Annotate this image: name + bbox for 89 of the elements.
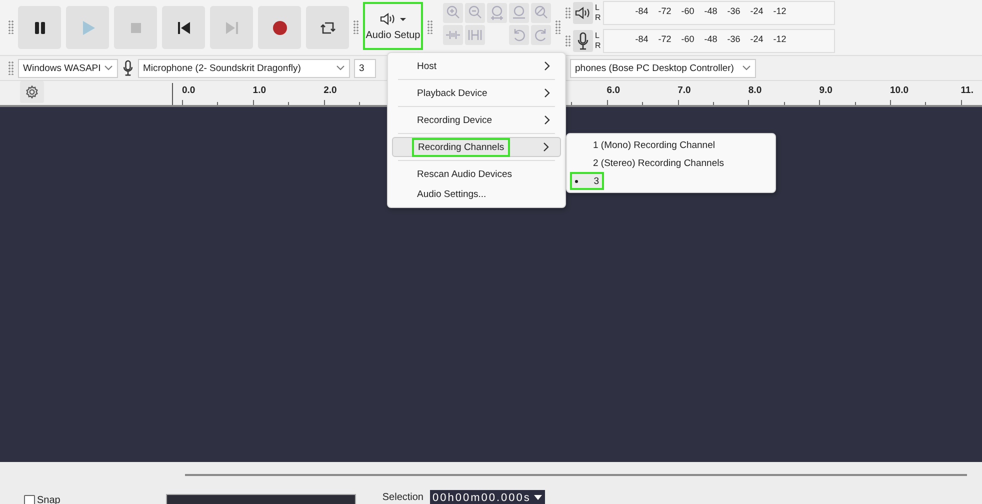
ruler-label: 11. [960,85,974,96]
meter-scale-label: -24 [750,6,764,16]
loop-icon [320,20,336,36]
zoom-toggle-button[interactable] [531,3,551,23]
trim-button[interactable] [443,25,463,45]
undo-button[interactable] [509,25,529,45]
ruler-label: 0.0 [182,85,196,96]
menu-item[interactable]: Audio Settings... [392,184,561,204]
meter-bar[interactable]: -84 -72 -60 -48 -36 -24 -12 [602,1,835,25]
ruler-label: 1.0 [252,85,266,96]
ruler-label: 9.0 [819,85,832,96]
meter-scale-label: -36 [727,6,740,16]
meter-scale-label: -72 [658,34,672,44]
recording-device-dropdown[interactable]: Microphone (2- Soundskrit Dragonfly) [138,58,350,78]
silence-icon [467,27,483,43]
menu-item[interactable]: 1 (Mono) Recording Channel [570,136,772,154]
selection-time-field[interactable]: 00h00m00.000s [430,490,545,504]
chevron-down-icon [742,65,751,71]
ruler-label: 6.0 [606,85,620,96]
toolbar-grip[interactable] [565,35,571,47]
horizontal-scrollbar[interactable] [185,474,967,476]
toolbar-grip[interactable] [8,20,14,34]
zoom-out-button[interactable] [465,3,485,23]
meter-scale-label: -48 [704,34,718,44]
ruler-label: 2.0 [324,85,337,96]
speaker-button[interactable] [573,2,593,24]
menu-item[interactable]: Recording Device [392,110,561,130]
skip-start-icon [176,20,192,36]
channel-label: L [595,31,600,41]
settings-button[interactable] [20,81,44,103]
track-area[interactable] [0,107,982,462]
host-dropdown[interactable]: Windows WASAPI [18,58,118,78]
microphone-icon [122,60,134,76]
meter-scale-label: -48 [704,6,718,16]
speaker-icon [574,6,592,20]
channel-label: L [595,3,600,13]
menu-item[interactable]: 2 (Stereo) Recording Channels [570,154,772,172]
toolbar-grip[interactable] [427,20,433,34]
skip-end-icon [224,20,240,36]
channel-label: R [595,13,601,23]
zoom-in-button[interactable] [443,3,463,23]
playback-device-dropdown[interactable]: phones (Bose PC Desktop Controller) [570,58,756,78]
chevron-down-icon [336,65,345,71]
menu-item[interactable]: Host [392,56,561,76]
ruler-label: 7.0 [678,85,691,96]
meter-scale-label: -72 [658,6,672,16]
pause-button[interactable] [18,6,61,49]
channel-label: R [595,41,601,51]
meter-scale-label: -60 [681,6,694,16]
meter-scale-label: -84 [635,34,648,44]
redo-button[interactable] [531,25,551,45]
record-button[interactable] [258,6,301,49]
fit-selection-button[interactable] [487,3,507,23]
menu-item[interactable]: Recording Channels [392,137,561,157]
zoom-in-icon [445,5,461,21]
meter-scale-label: -12 [773,6,786,16]
meter-scale-label: -84 [635,6,648,16]
record-icon [272,20,288,36]
meter-scale-label: -12 [773,34,786,44]
chevron-down-icon [104,65,113,71]
microphone-button[interactable] [573,30,593,52]
fit-selection-icon [489,5,505,21]
toolbar-grip[interactable] [8,61,14,75]
microphone-icon [577,32,589,50]
meter-bar[interactable]: -84 -72 -60 -48 -36 -24 -12 [602,29,835,53]
toolbar-grip[interactable] [353,20,359,34]
skip-start-button[interactable] [162,6,205,49]
loop-button[interactable] [306,6,349,49]
meter-scale-label: -60 [681,34,694,44]
ruler-label: 10.0 [890,85,908,96]
selection-label: Selection [382,492,424,502]
menu-item[interactable]: Playback Device [392,83,561,103]
fit-project-icon [511,5,527,21]
meter-scale-label: -36 [727,34,740,44]
zoom-out-icon [467,5,483,21]
fit-project-button[interactable] [509,3,529,23]
zoom-toggle-icon [533,5,549,21]
menu-item[interactable]: Rescan Audio Devices [392,164,561,184]
meter-scale-label: -24 [750,34,764,44]
toolbar-grip[interactable] [565,7,571,19]
recording-channels-dropdown[interactable]: 3 [354,58,376,78]
speaker-icon [379,12,407,26]
toolbar-grip[interactable] [555,20,561,34]
menu-item[interactable]: 3 [570,172,604,190]
silence-button[interactable] [465,25,485,45]
caret-icon [534,495,542,501]
gear-icon [25,85,39,99]
audio-setup-button[interactable]: Audio Setup [363,2,423,50]
ruler-label: 8.0 [748,85,762,96]
